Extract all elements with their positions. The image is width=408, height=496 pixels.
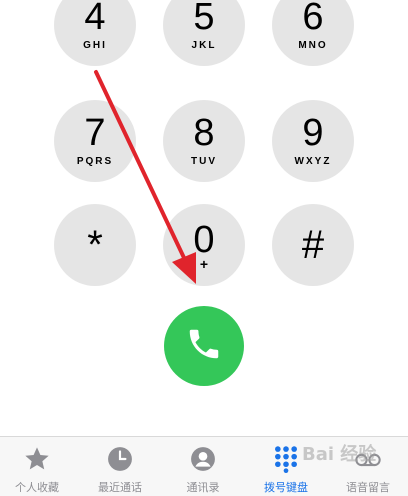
key-letters: +	[199, 256, 209, 272]
tab-label: 拨号键盘	[264, 481, 308, 494]
key-digit: 8	[193, 112, 215, 154]
tab-label: 语音留言	[346, 481, 390, 494]
key-9[interactable]: 9 WXYZ	[272, 100, 354, 182]
call-button[interactable]	[164, 306, 244, 386]
key-8[interactable]: 8 TUV	[163, 100, 245, 182]
key-letters: MNO	[298, 40, 328, 51]
key-5[interactable]: 5 JKL	[163, 0, 245, 66]
key-letters: PQRS	[76, 156, 114, 167]
tab-label: 最近通话	[98, 481, 142, 494]
contact-icon	[189, 445, 217, 473]
key-digit: 7	[84, 112, 106, 154]
key-4[interactable]: 4 GHI	[54, 0, 136, 66]
tab-favorites[interactable]: 个人收藏	[0, 437, 77, 496]
clock-icon	[106, 445, 134, 473]
key-letters: JKL	[191, 40, 217, 51]
key-star[interactable]: *	[54, 204, 136, 286]
key-digit: 9	[302, 112, 324, 154]
key-symbol: #	[301, 223, 325, 267]
key-hash[interactable]: #	[272, 204, 354, 286]
phone-dialer-screen: 4 GHI 5 JKL 6 MNO 7 PQRS 8 TUV 9 WXYZ * …	[0, 0, 408, 496]
key-digit: 5	[193, 0, 215, 38]
tab-recents[interactable]: 最近通话	[80, 437, 160, 496]
watermark: Bai 经验	[302, 444, 377, 465]
tab-label: 个人收藏	[15, 481, 59, 494]
key-letters: WXYZ	[294, 156, 332, 167]
tab-contacts[interactable]: 通讯录	[163, 437, 243, 496]
key-letters: TUV	[191, 156, 217, 167]
key-7[interactable]: 7 PQRS	[54, 100, 136, 182]
key-symbol: *	[87, 223, 103, 267]
star-icon	[23, 445, 51, 473]
keypad-icon	[272, 445, 300, 473]
key-digit: 0	[193, 219, 215, 261]
tab-label: 通讯录	[186, 481, 220, 494]
key-6[interactable]: 6 MNO	[272, 0, 354, 66]
key-letters: GHI	[83, 40, 107, 51]
phone-icon	[185, 325, 223, 368]
key-digit: 4	[84, 0, 106, 38]
key-digit: 6	[302, 0, 324, 38]
key-0[interactable]: 0 +	[163, 204, 245, 286]
